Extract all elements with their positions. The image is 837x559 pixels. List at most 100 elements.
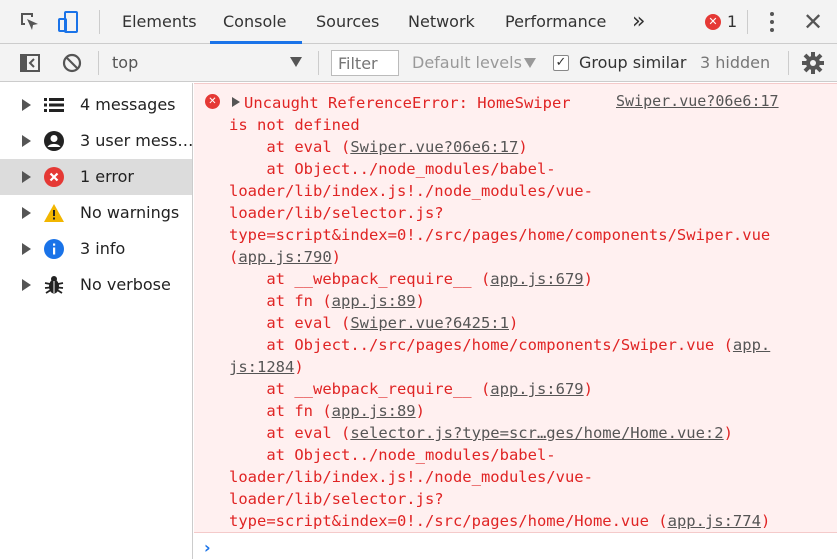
stack-trace-line: at eval (Swiper.vue?06e6:17) <box>229 136 528 158</box>
expand-arrow-icon[interactable] <box>22 171 31 183</box>
error-source-link[interactable]: Swiper.vue?06e6:17 <box>616 92 779 110</box>
sidebar-item-info[interactable]: 3 info <box>0 231 192 267</box>
line-text: type=script&index=0!./src/pages/home/Hom… <box>229 512 668 530</box>
source-link[interactable]: app.js:679 <box>490 380 583 398</box>
source-link[interactable]: app.js:679 <box>490 270 583 288</box>
chevron-down-icon[interactable] <box>290 57 302 67</box>
stack-trace-line: loader/lib/index.js!./node_modules/vue- <box>229 466 593 488</box>
toolbar-divider <box>318 51 319 75</box>
line-text: ) <box>331 248 342 266</box>
error-counter[interactable]: ✕ 1 <box>705 12 737 31</box>
console-sidebar: 4 messages 3 user mess… 1 error No warni… <box>0 83 193 559</box>
line-text: ) <box>518 138 528 156</box>
sidebar-item-warnings[interactable]: No warnings <box>0 195 192 231</box>
source-link[interactable]: app.js:774 <box>668 512 761 530</box>
line-text: at Object../src/pages/home/components/Sw… <box>229 336 733 354</box>
line-text: type=script&index=0!./src/pages/home/com… <box>229 226 771 244</box>
sidebar-item-label: 1 error <box>80 167 134 186</box>
stack-trace-line: js:1284) <box>229 356 304 378</box>
close-devtools-icon[interactable]: ✕ <box>800 8 826 36</box>
user-icon <box>43 130 65 152</box>
sidebar-item-label: 3 user mess… <box>80 131 194 150</box>
error-icon <box>43 166 65 188</box>
line-text: Uncaught ReferenceError: HomeSwiper <box>244 94 571 112</box>
line-text: at Object../node_modules/babel- <box>229 446 556 464</box>
group-similar-checkbox[interactable]: ✓ <box>553 55 569 71</box>
device-toolbar-icon[interactable] <box>57 11 79 33</box>
info-icon <box>43 238 65 260</box>
more-tabs-icon[interactable]: » <box>632 0 645 44</box>
line-text: at eval ( <box>229 314 351 332</box>
source-link[interactable]: js:1284 <box>229 358 294 376</box>
chevron-down-icon[interactable] <box>524 58 536 68</box>
context-selector[interactable]: top <box>112 44 138 82</box>
line-text: loader/lib/index.js!./node_modules/vue- <box>229 468 593 486</box>
line-text: at fn ( <box>229 292 332 310</box>
line-text: ) <box>583 380 593 398</box>
sidebar-toggle-icon[interactable] <box>19 52 41 74</box>
source-link[interactable]: selector.js?type=scr…ges/home/Home.vue:2 <box>350 424 723 442</box>
stack-trace-line: at __webpack_require__ (app.js:679) <box>229 268 593 290</box>
source-link[interactable]: app.js:790 <box>238 248 331 266</box>
source-link[interactable]: app.js:89 <box>332 402 416 420</box>
toolbar-divider <box>99 10 100 34</box>
line-text: at eval ( <box>229 424 351 442</box>
stack-trace-line: at Object../node_modules/babel- <box>229 158 556 180</box>
line-text: loader/lib/selector.js? <box>229 204 444 222</box>
toolbar-divider <box>98 51 99 75</box>
sidebar-item-label: 3 info <box>80 239 126 258</box>
expand-arrow-icon[interactable] <box>22 99 31 111</box>
expand-arrow-icon[interactable] <box>22 279 31 291</box>
expand-arrow-icon[interactable] <box>232 97 240 107</box>
source-link[interactable]: Swiper.vue?6425:1 <box>350 314 509 332</box>
source-link[interactable]: app.js:89 <box>332 292 416 310</box>
sidebar-item-messages[interactable]: 4 messages <box>0 87 192 123</box>
console-prompt[interactable]: › <box>194 534 837 559</box>
stack-trace-line: loader/lib/selector.js? <box>229 202 444 224</box>
hidden-count: 3 hidden <box>700 53 771 72</box>
source-link[interactable]: app. <box>733 336 770 354</box>
bug-icon <box>43 274 65 296</box>
warning-icon <box>43 202 65 224</box>
log-levels-dropdown[interactable]: Default levels <box>412 44 522 82</box>
list-icon <box>43 94 65 116</box>
inspect-element-icon[interactable] <box>19 11 41 33</box>
expand-arrow-icon[interactable] <box>22 207 31 219</box>
line-text: ) <box>723 424 733 442</box>
error-icon: ✕ <box>205 94 220 109</box>
sidebar-item-user-messages[interactable]: 3 user mess… <box>0 123 194 159</box>
line-text: is not defined <box>229 116 360 134</box>
tab-console[interactable]: Console <box>223 0 287 44</box>
line-text: loader/lib/selector.js? <box>229 490 444 508</box>
line-text: ) <box>415 402 425 420</box>
tab-elements[interactable]: Elements <box>122 0 197 44</box>
error-count: 1 <box>727 12 738 31</box>
devtools-tab-bar: Elements Console Sources Network Perform… <box>0 0 837 44</box>
toolbar-divider <box>747 10 748 34</box>
tab-sources[interactable]: Sources <box>316 0 379 44</box>
stack-trace-line: type=script&index=0!./src/pages/home/Hom… <box>229 510 770 532</box>
more-options-icon[interactable] <box>762 10 782 34</box>
line-text: at Object../node_modules/babel- <box>229 160 556 178</box>
stack-trace-line: at Object../node_modules/babel- <box>229 444 556 466</box>
line-text: at __webpack_require__ ( <box>229 380 491 398</box>
sidebar-item-verbose[interactable]: No verbose <box>0 267 192 303</box>
expand-arrow-icon[interactable] <box>22 135 31 147</box>
expand-arrow-icon[interactable] <box>22 243 31 255</box>
line-text: at fn ( <box>229 402 332 420</box>
error-message-line: Uncaught ReferenceError: HomeSwiper <box>244 92 571 114</box>
sidebar-item-label: 4 messages <box>80 95 176 114</box>
sidebar-item-label: No verbose <box>80 275 171 294</box>
tab-network[interactable]: Network <box>408 0 475 44</box>
line-text: ) <box>294 358 304 376</box>
source-link[interactable]: Swiper.vue?06e6:17 <box>350 138 518 156</box>
line-text: ) <box>508 314 519 332</box>
line-text: ) <box>760 512 771 530</box>
tab-performance[interactable]: Performance <box>505 0 606 44</box>
stack-trace-line: loader/lib/index.js!./node_modules/vue- <box>229 180 593 202</box>
sidebar-item-errors[interactable]: 1 error <box>0 159 192 195</box>
filter-input[interactable] <box>331 50 399 76</box>
line-text: ) <box>415 292 425 310</box>
clear-console-icon[interactable] <box>61 52 83 74</box>
gear-icon[interactable] <box>800 50 826 76</box>
